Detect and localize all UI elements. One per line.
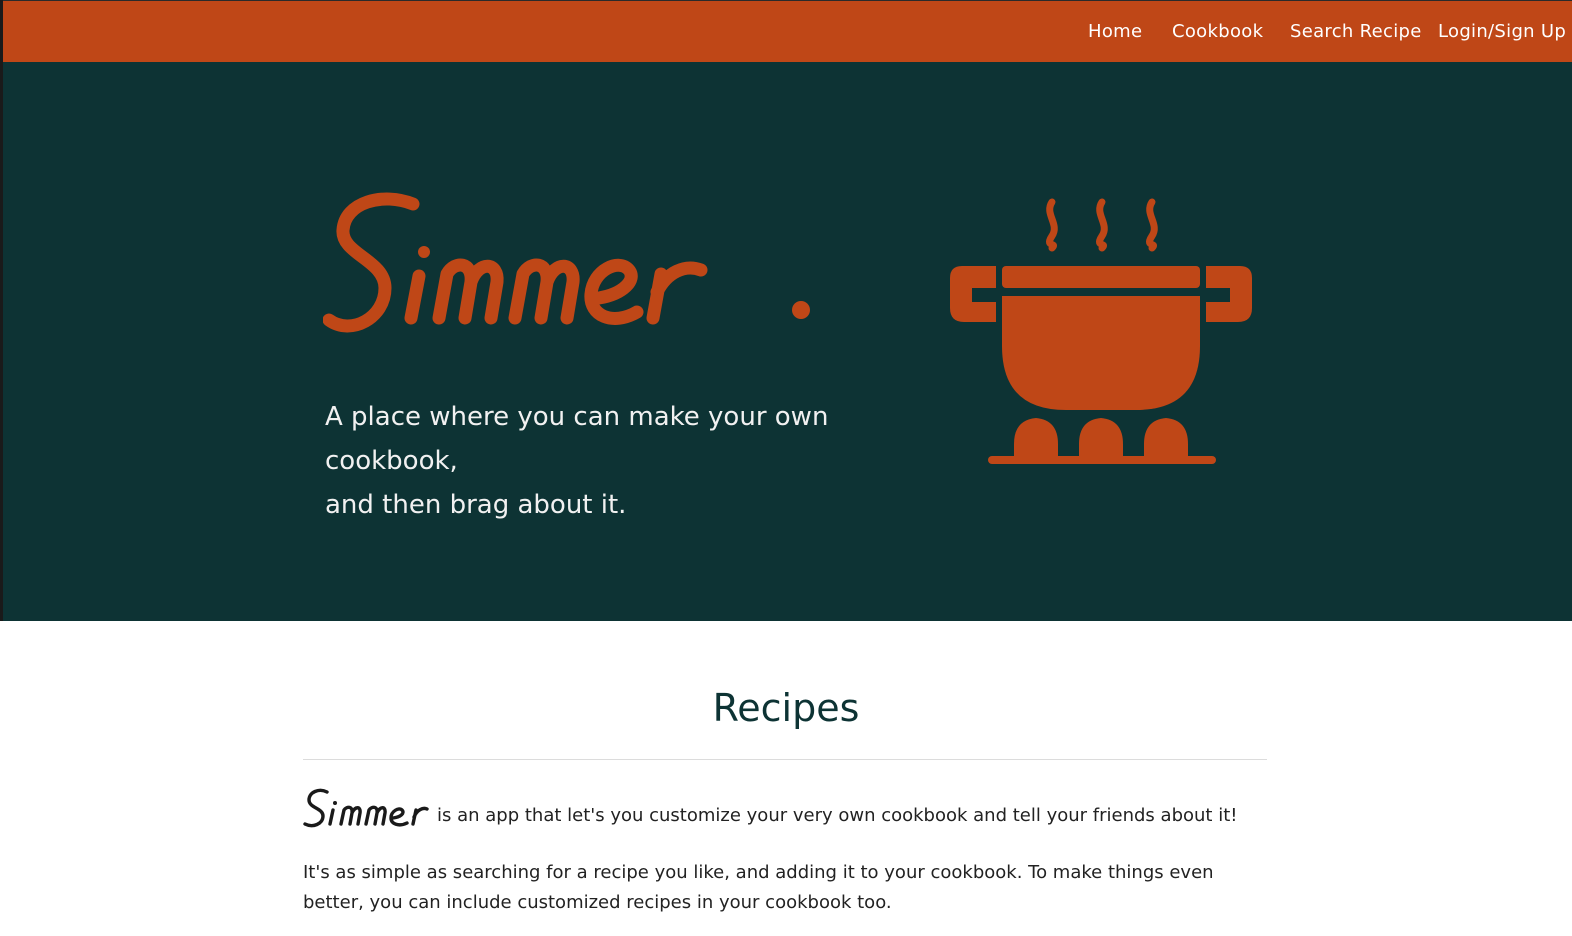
simmer-brand-mark [303, 788, 429, 828]
nav-login-signup-link[interactable]: Login/Sign Up [1438, 21, 1566, 42]
description-paragraph: It's as simple as searching for a recipe… [303, 862, 1214, 913]
hero-tagline: A place where you can make your own cook… [325, 395, 965, 527]
nav-home-link[interactable]: Home [1088, 21, 1142, 42]
nav-search-recipe-link[interactable]: Search Recipe [1290, 21, 1422, 42]
intro-text: is an app that let's you customize your … [437, 805, 1238, 826]
intro-line: is an app that let's you customize your … [303, 786, 1267, 832]
tagline-line-1: A place where you can make your own cook… [325, 402, 829, 476]
section-divider [303, 759, 1267, 760]
tagline-line-2: and then brag about it. [325, 490, 627, 520]
recipes-title: Recipes [712, 686, 860, 730]
nav-cookbook-link[interactable]: Cookbook [1172, 21, 1263, 42]
top-navbar: Home Cookbook Search Recipe Login/Sign U… [3, 0, 1572, 62]
cooking-pot-icon [950, 198, 1252, 464]
simmer-logo [323, 192, 810, 333]
